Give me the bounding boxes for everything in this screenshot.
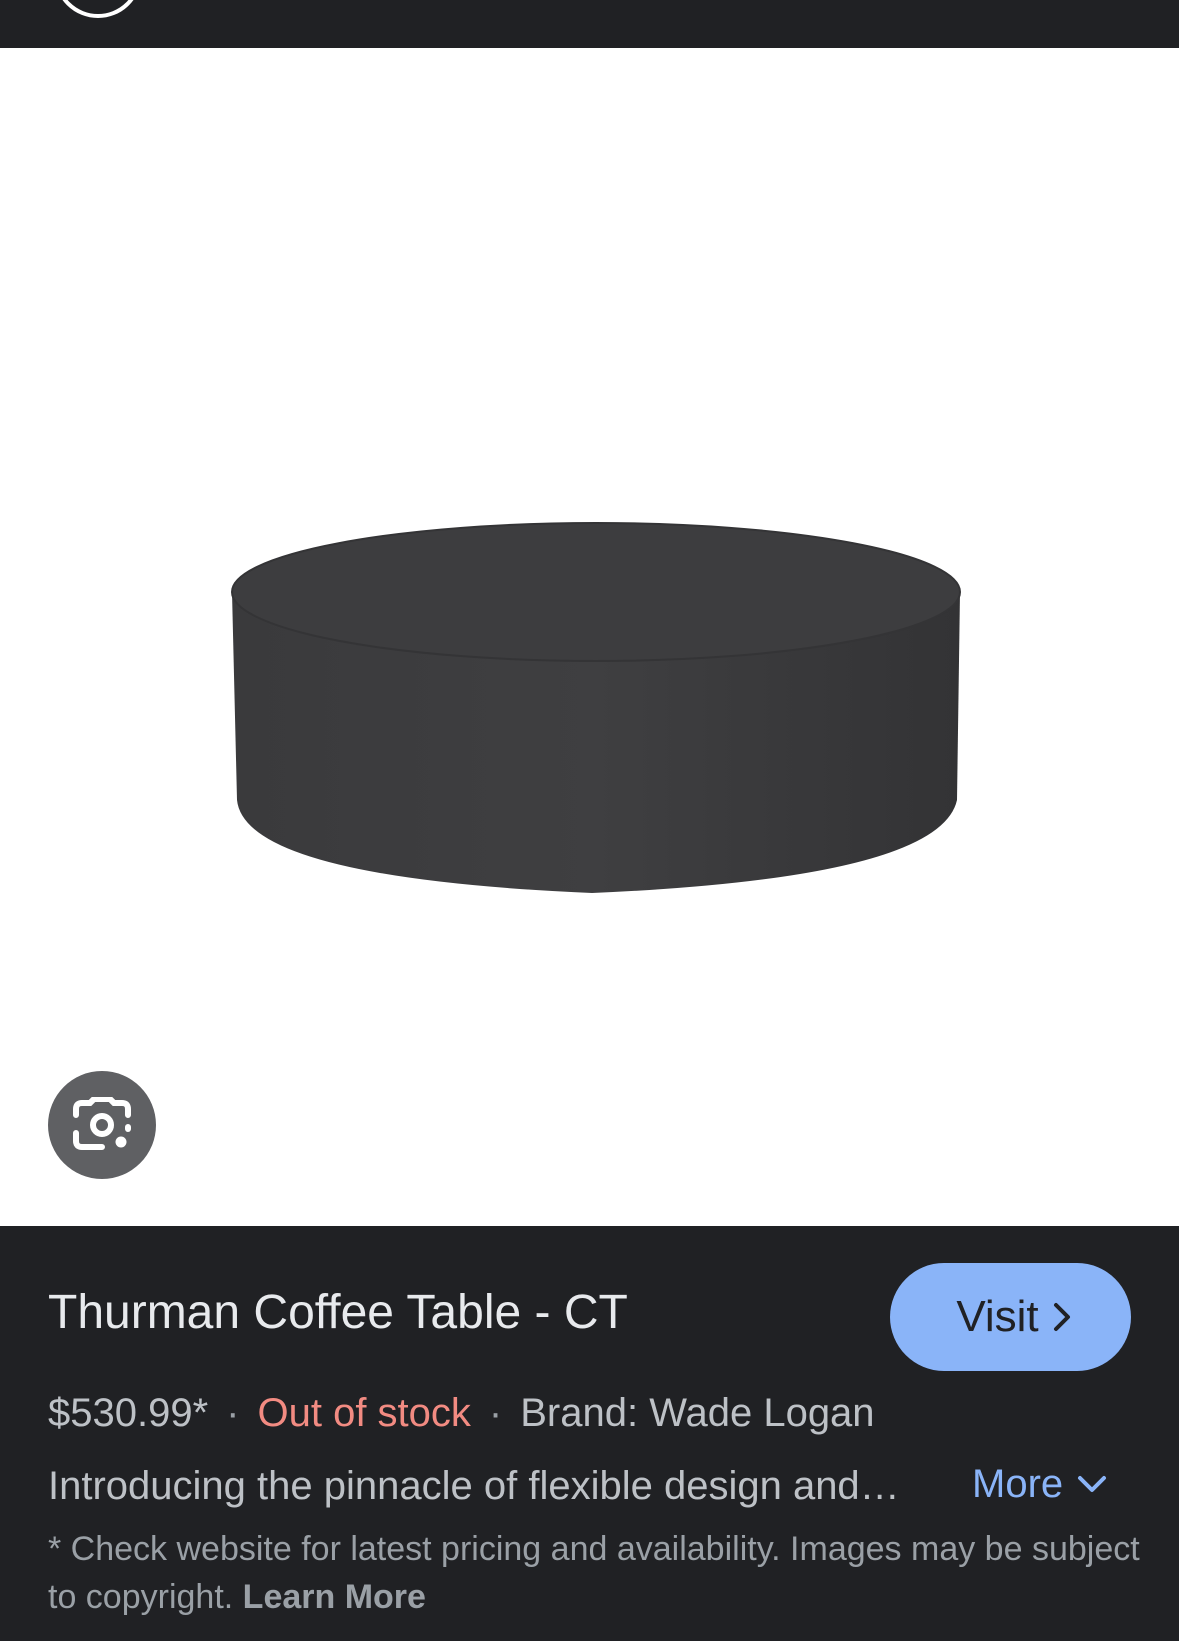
chevron-right-icon <box>1053 1303 1070 1331</box>
google-lens-icon <box>73 1097 131 1150</box>
learn-more-link[interactable]: Learn More <box>243 1578 426 1616</box>
product-meta-row: $530.99* · Out of stock · Brand: Wade Logan <box>48 1388 875 1438</box>
more-label: More <box>972 1462 1064 1506</box>
disclaimer: * Check website for latest pricing and a… <box>48 1525 1148 1621</box>
avatar[interactable] <box>54 0 142 18</box>
top-bar <box>0 0 1179 48</box>
google-lens-button[interactable] <box>48 1071 156 1179</box>
more-button[interactable]: More <box>972 1459 1107 1509</box>
product-brand: Brand: Wade Logan <box>520 1391 875 1435</box>
separator-dot: · <box>226 1391 240 1435</box>
product-image[interactable] <box>0 48 1179 1226</box>
product-title[interactable]: Thurman Coffee Table - CT <box>48 1285 628 1341</box>
stock-status: Out of stock <box>257 1391 471 1435</box>
disclaimer-text: * Check website for latest pricing and a… <box>48 1530 1140 1616</box>
visit-label: Visit <box>956 1292 1039 1341</box>
product-image-area <box>0 48 1179 1226</box>
chevron-down-icon <box>1078 1476 1107 1492</box>
product-price: $530.99* <box>48 1391 209 1435</box>
separator-dot: · <box>488 1391 503 1435</box>
product-description: Introducing the pinnacle of flexible des… <box>48 1464 900 1508</box>
visit-button[interactable]: Visit <box>890 1263 1131 1371</box>
